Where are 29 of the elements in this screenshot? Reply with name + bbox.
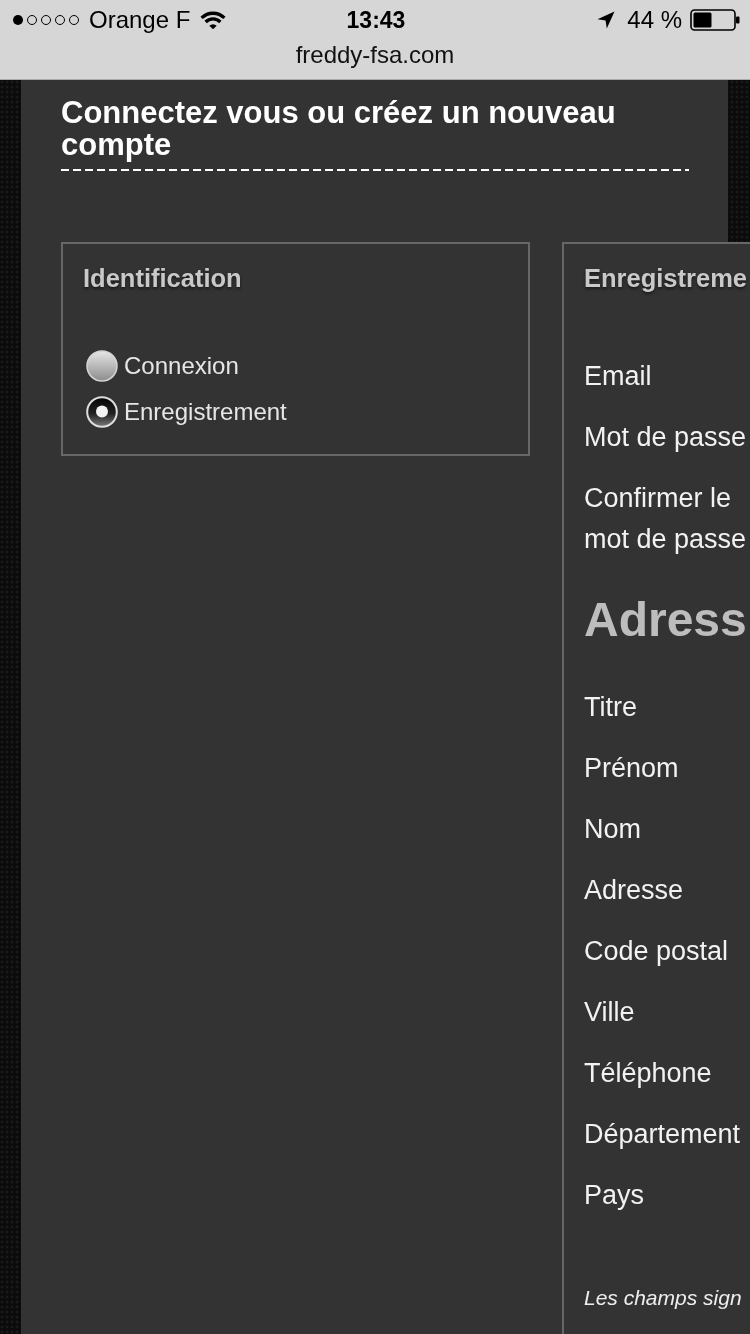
field-label: Mot de passe [584,421,747,454]
section-title: Enregistreme [584,263,747,294]
radio-button[interactable] [86,350,118,382]
field-label: Prénom [584,752,679,785]
field-label: Adresse [584,874,684,907]
clock-time: 13:43 [346,6,406,34]
battery-icon [690,9,740,31]
page-title: Connectez vous ou créez un nouveau compte [61,97,617,161]
url-text[interactable]: freddy-fsa.com [295,40,455,70]
field-label: Ville [584,996,635,1029]
field-label: Confirmer le mot de passe [584,482,748,556]
section-title: Identification [83,263,242,294]
radio-label[interactable]: Connexion [124,351,239,381]
carrier-name: Orange F [89,6,191,34]
radio-label[interactable]: Enregistrement [124,397,287,427]
location-arrow-icon [597,11,616,29]
required-fields-note: Les champs sign [584,1285,742,1311]
field-label: Département [584,1118,741,1151]
field-label: Nom [584,813,641,846]
field-label: Titre [584,691,637,724]
field-label: Code postal [584,935,729,968]
radio-button[interactable] [86,396,118,428]
field-label: Pays [584,1179,645,1212]
field-label: Téléphone [584,1057,712,1090]
section-heading: Adress [584,592,747,648]
battery-percentage: 44 % [627,6,682,34]
signal-strength-icon [12,14,80,26]
field-label: Email [584,360,652,393]
wifi-icon [200,10,227,30]
